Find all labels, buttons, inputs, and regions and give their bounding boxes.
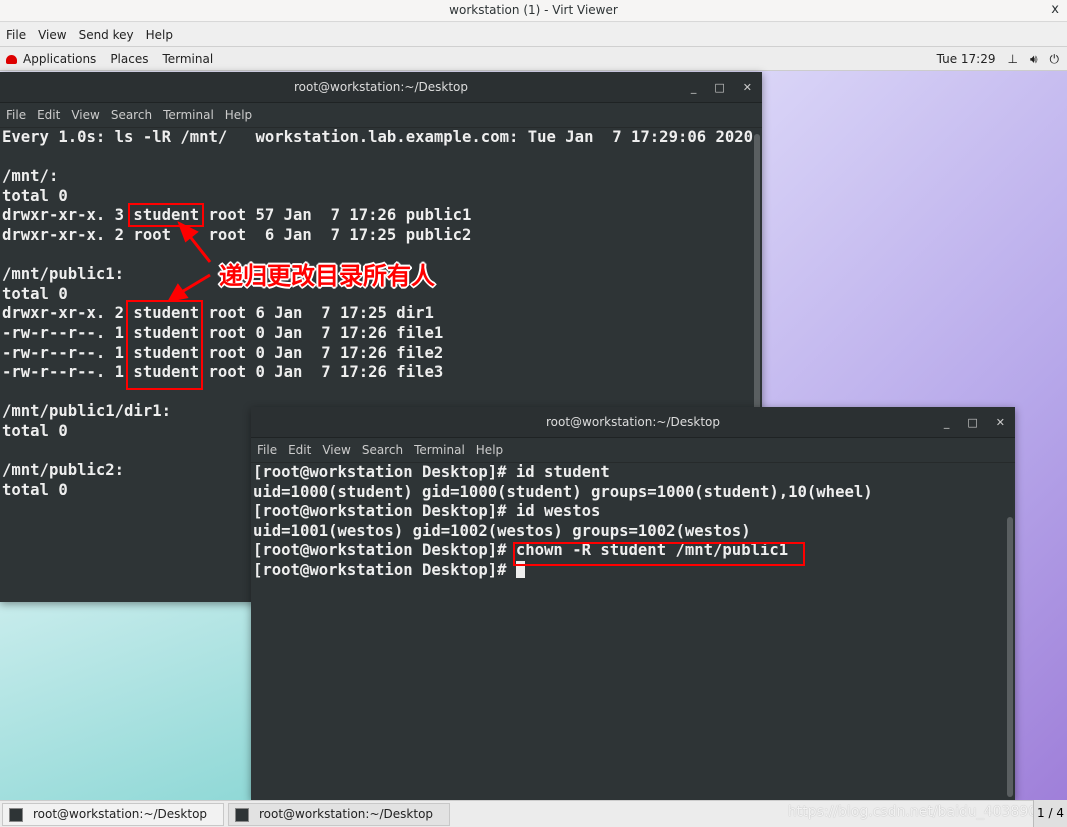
- annotation-text: 递归更改目录所有人: [219, 262, 435, 290]
- arrow-down: [179, 273, 211, 295]
- arrow-head: [177, 220, 199, 243]
- annotation-arrows: [167, 220, 212, 303]
- arrow-head: [167, 283, 189, 303]
- task-terminal-2[interactable]: root@workstation:~/Desktop: [228, 803, 450, 826]
- workspace-pager[interactable]: 1 / 4: [1033, 800, 1067, 827]
- terminal-icon: [9, 808, 23, 822]
- arrow-up: [186, 233, 212, 263]
- task-terminal-1[interactable]: root@workstation:~/Desktop: [2, 803, 224, 826]
- watermark: https://blog.csdn.net/baidu_40389082: [787, 804, 1055, 820]
- terminal-icon: [235, 808, 249, 822]
